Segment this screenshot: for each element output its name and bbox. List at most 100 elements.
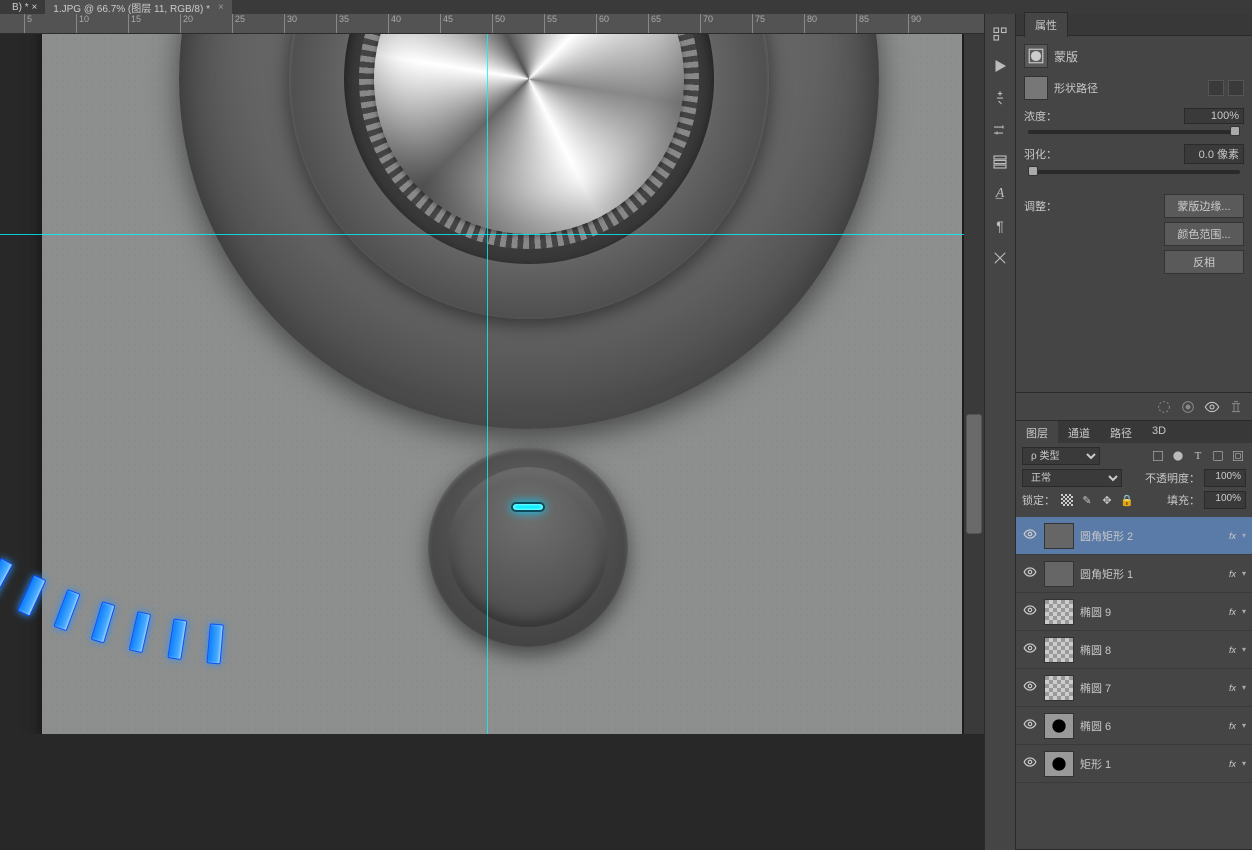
feather-value[interactable]: 0.0 像素: [1184, 144, 1244, 164]
layers-panel: 图层 通道 路径 3D ρ 类型 T: [1016, 421, 1252, 850]
layer-thumbnail[interactable]: [1044, 637, 1074, 663]
layer-thumbnail[interactable]: [1044, 561, 1074, 587]
opacity-label: 不透明度：: [1145, 470, 1200, 486]
density-value[interactable]: 100%: [1184, 108, 1244, 124]
tools-icon[interactable]: [990, 248, 1010, 268]
channels-tab[interactable]: 通道: [1058, 421, 1100, 443]
lock-paint-icon[interactable]: ✎: [1079, 492, 1095, 508]
layer-item[interactable]: 矩形 1 fx▾: [1016, 745, 1252, 783]
lock-label: 锁定：: [1022, 492, 1055, 508]
layer-thumbnail[interactable]: [1044, 523, 1074, 549]
slider-handle[interactable]: [1028, 166, 1038, 176]
layer-thumbnail[interactable]: [1044, 599, 1074, 625]
layer-thumbnail[interactable]: [1044, 751, 1074, 777]
chevron-down-icon[interactable]: ▾: [1242, 569, 1246, 578]
toggle-mask-icon[interactable]: [1204, 399, 1220, 415]
ruler-tick: 20: [180, 14, 193, 34]
adjustment-icon[interactable]: [990, 120, 1010, 140]
chevron-down-icon[interactable]: ▾: [1242, 531, 1246, 540]
feather-slider[interactable]: [1028, 170, 1240, 174]
properties-panel: 属性 蒙版 形状路径: [1016, 14, 1252, 421]
ruler-horizontal[interactable]: 51015202530354045505560657075808590: [0, 14, 984, 34]
lock-position-icon[interactable]: ✥: [1099, 492, 1115, 508]
mask-edge-button[interactable]: 蒙版边缘...: [1164, 194, 1244, 218]
panel-tab-properties[interactable]: 属性: [1024, 12, 1068, 37]
filter-pixel-icon[interactable]: [1150, 448, 1166, 464]
dial-background: [179, 34, 879, 429]
3d-tab[interactable]: 3D: [1142, 421, 1176, 443]
chevron-down-icon[interactable]: ▾: [1242, 721, 1246, 730]
apply-mask-icon[interactable]: [1180, 399, 1196, 415]
document-tab[interactable]: B) * ×: [4, 0, 45, 14]
color-range-button[interactable]: 颜色范围...: [1164, 222, 1244, 246]
layer-item[interactable]: 圆角矩形 1 fx▾: [1016, 555, 1252, 593]
blend-mode-select[interactable]: 正常: [1022, 469, 1122, 487]
history-icon[interactable]: [990, 24, 1010, 44]
fx-badge[interactable]: fx: [1229, 607, 1236, 617]
filter-kind-select[interactable]: ρ 类型: [1022, 447, 1100, 465]
dial-teeth: [359, 34, 699, 249]
chevron-down-icon[interactable]: ▾: [1242, 645, 1246, 654]
filter-type-icon[interactable]: T: [1190, 448, 1206, 464]
layers-tab-bar: 图层 通道 路径 3D: [1016, 421, 1252, 443]
ruler-tick: 85: [856, 14, 869, 34]
pixel-mask-icon[interactable]: [1208, 80, 1224, 96]
visibility-icon[interactable]: [1022, 527, 1038, 544]
document-tab-active[interactable]: 1.JPG @ 66.7% (图层 11, RGB/8) * ×: [45, 0, 232, 14]
character-icon[interactable]: A̲: [990, 184, 1010, 204]
visibility-icon[interactable]: [1022, 603, 1038, 620]
pilcrow-icon[interactable]: ¶: [990, 216, 1010, 236]
load-selection-icon[interactable]: [1156, 399, 1172, 415]
layer-item[interactable]: 椭圆 9 fx▾: [1016, 593, 1252, 631]
visibility-icon[interactable]: [1022, 565, 1038, 582]
layers-tab[interactable]: 图层: [1016, 421, 1058, 443]
fx-badge[interactable]: fx: [1229, 759, 1236, 769]
opacity-value[interactable]: 100%: [1204, 469, 1246, 487]
layer-thumbnail[interactable]: [1044, 675, 1074, 701]
density-slider[interactable]: [1028, 130, 1240, 134]
paths-tab[interactable]: 路径: [1100, 421, 1142, 443]
fx-badge[interactable]: fx: [1229, 721, 1236, 731]
play-icon[interactable]: [990, 56, 1010, 76]
brush-icon[interactable]: [990, 88, 1010, 108]
fx-badge[interactable]: fx: [1229, 683, 1236, 693]
chevron-down-icon[interactable]: ▾: [1242, 683, 1246, 692]
layer-name: 椭圆 8: [1080, 642, 1223, 658]
layer-item[interactable]: 椭圆 7 fx▾: [1016, 669, 1252, 707]
canvas-viewport[interactable]: [0, 34, 964, 734]
slider-handle[interactable]: [1230, 126, 1240, 136]
filter-shape-icon[interactable]: [1210, 448, 1226, 464]
guide-horizontal[interactable]: [0, 234, 964, 235]
guide-vertical[interactable]: [487, 34, 488, 734]
scrollbar-vertical[interactable]: [964, 34, 984, 734]
chevron-down-icon[interactable]: ▾: [1242, 607, 1246, 616]
visibility-icon[interactable]: [1022, 679, 1038, 696]
ruler-tick: 5: [24, 14, 32, 34]
lock-all-icon[interactable]: 🔒: [1119, 492, 1135, 508]
delete-mask-icon[interactable]: [1228, 399, 1244, 415]
fx-badge[interactable]: fx: [1229, 531, 1236, 541]
close-icon[interactable]: ×: [218, 2, 224, 13]
layer-item[interactable]: 椭圆 8 fx ▾: [1016, 631, 1252, 669]
layer-item[interactable]: 椭圆 6 fx▾: [1016, 707, 1252, 745]
dial-segment: [129, 611, 152, 653]
visibility-icon[interactable]: [1022, 755, 1038, 772]
chevron-down-icon[interactable]: ▾: [1242, 759, 1246, 768]
scrollbar-thumb[interactable]: [966, 414, 982, 534]
filter-adjust-icon[interactable]: [1170, 448, 1186, 464]
mask-title: 蒙版: [1054, 48, 1078, 65]
fill-value[interactable]: 100%: [1204, 491, 1246, 509]
layer-list[interactable]: 圆角矩形 2 fx▾ 圆角矩形 1 fx▾ 椭圆 9 fx▾ 椭圆 8 fx▾ …: [1016, 517, 1252, 849]
fx-badge[interactable]: fx: [1229, 569, 1236, 579]
filter-smart-icon[interactable]: [1230, 448, 1246, 464]
visibility-icon[interactable]: [1022, 641, 1038, 658]
vector-mask-icon[interactable]: [1228, 80, 1244, 96]
shape-path-thumb[interactable]: [1024, 76, 1048, 100]
fx-badge[interactable]: fx: [1229, 645, 1236, 655]
lock-transparency-icon[interactable]: [1059, 492, 1075, 508]
layer-thumbnail[interactable]: [1044, 713, 1074, 739]
invert-button[interactable]: 反相: [1164, 250, 1244, 274]
layer-item[interactable]: 圆角矩形 2 fx▾: [1016, 517, 1252, 555]
paragraph-icon[interactable]: [990, 152, 1010, 172]
visibility-icon[interactable]: [1022, 717, 1038, 734]
